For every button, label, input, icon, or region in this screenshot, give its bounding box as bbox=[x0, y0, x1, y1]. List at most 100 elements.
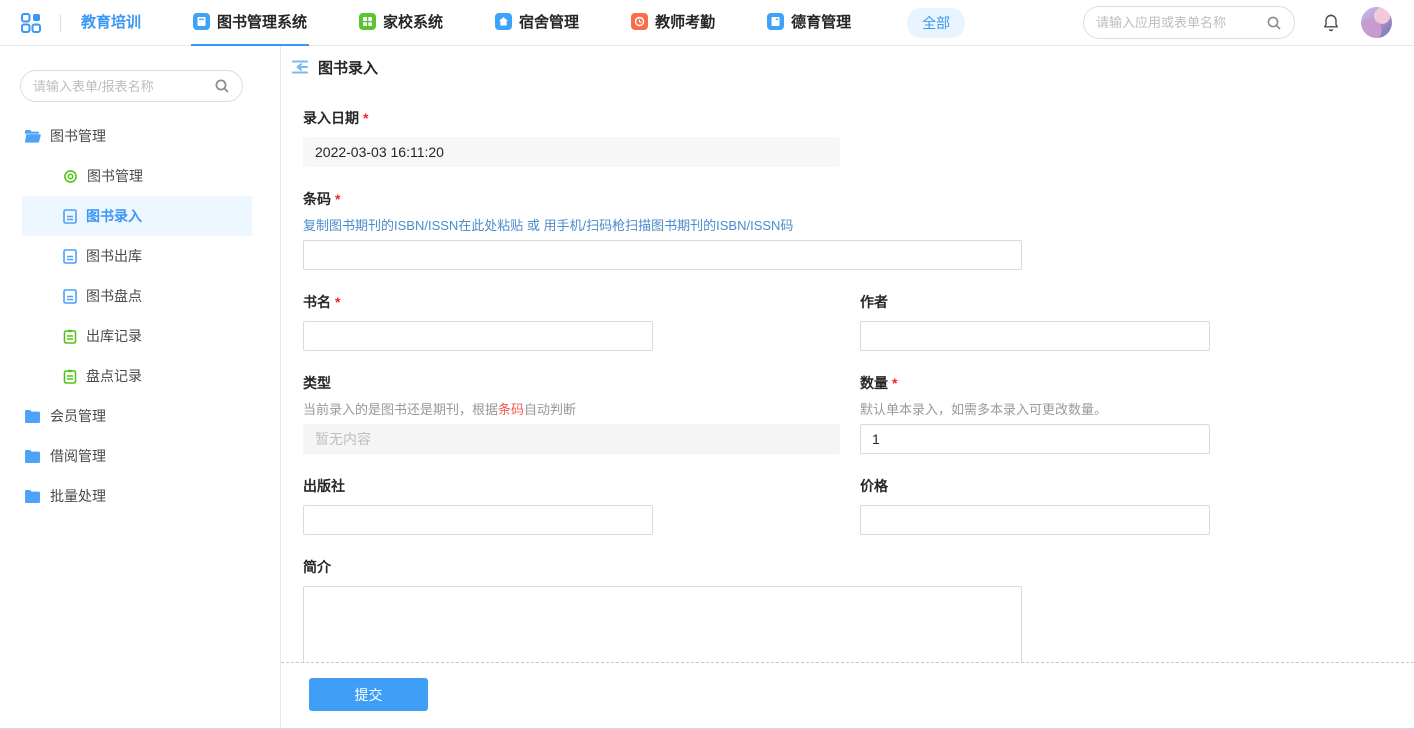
tab-book-management-system[interactable]: 图书管理系统 bbox=[191, 0, 309, 46]
field-label: 类型 bbox=[303, 373, 860, 393]
tree-label: 出库记录 bbox=[86, 326, 142, 346]
field-label: 出版社 bbox=[303, 476, 860, 496]
required-mark: * bbox=[363, 110, 368, 126]
topbar: 教育培训 图书管理系统 家校系统 宿舍管理 bbox=[0, 0, 1414, 46]
tree-label: 图书出库 bbox=[86, 246, 142, 266]
dormitory-app-icon bbox=[495, 13, 512, 30]
tree-folder-borrow-management[interactable]: 借阅管理 bbox=[22, 436, 252, 476]
all-apps-pill[interactable]: 全部 bbox=[907, 8, 965, 38]
folder-icon bbox=[24, 409, 41, 424]
tab-label: 德育管理 bbox=[791, 11, 851, 32]
author-input[interactable] bbox=[860, 321, 1210, 351]
tab-teacher-attendance[interactable]: 教师考勤 bbox=[629, 0, 717, 46]
tab-education-training[interactable]: 教育培训 bbox=[79, 0, 143, 46]
quantity-input[interactable] bbox=[860, 424, 1210, 454]
folder-icon bbox=[24, 489, 41, 504]
tab-home-school-system[interactable]: 家校系统 bbox=[357, 0, 445, 46]
tree-folder-batch-processing[interactable]: 批量处理 bbox=[22, 476, 252, 516]
book-management-app: 教育培训 图书管理系统 家校系统 宿舍管理 bbox=[0, 0, 1414, 729]
price-input[interactable] bbox=[860, 505, 1210, 535]
form-search[interactable] bbox=[20, 70, 243, 102]
app-tabs: 教育培训 图书管理系统 家校系统 宿舍管理 bbox=[79, 0, 901, 46]
tree-label: 图书录入 bbox=[86, 206, 142, 226]
tree-label: 批量处理 bbox=[50, 486, 106, 506]
barcode-hint-link[interactable]: 条码 bbox=[498, 402, 524, 417]
field-label: 录入日期* bbox=[303, 108, 1414, 128]
home-school-app-icon bbox=[359, 13, 376, 30]
required-mark: * bbox=[335, 294, 340, 310]
book-name-input[interactable] bbox=[303, 321, 653, 351]
clipboard-icon bbox=[63, 329, 77, 344]
record-target-icon bbox=[63, 169, 78, 184]
field-label: 简介 bbox=[303, 557, 1414, 577]
publisher-input[interactable] bbox=[303, 505, 653, 535]
field-label: 数量* bbox=[860, 373, 1210, 393]
document-icon bbox=[63, 209, 77, 224]
form-tree: 图书管理 图书管理 图书录入 bbox=[0, 116, 280, 516]
global-search[interactable] bbox=[1083, 6, 1295, 39]
book-entry-form: 录入日期* 条码* 复制图书期刊的ISBN/ISSN在此处粘贴 或 用手机/扫码… bbox=[281, 88, 1414, 662]
tree-item-inventory-records[interactable]: 盘点记录 bbox=[22, 356, 252, 396]
field-price: 价格 bbox=[860, 476, 1210, 535]
tab-label: 图书管理系统 bbox=[217, 11, 307, 32]
tree-item-book-management[interactable]: 图书管理 bbox=[22, 156, 252, 196]
tab-moral-education[interactable]: 德育管理 bbox=[765, 0, 853, 46]
submit-button[interactable]: 提交 bbox=[309, 678, 428, 711]
tree-folder-member-management[interactable]: 会员管理 bbox=[22, 396, 252, 436]
topbar-divider bbox=[60, 14, 61, 32]
tree-item-book-outbound[interactable]: 图书出库 bbox=[22, 236, 252, 276]
type-hint: 当前录入的是图书还是期刊，根据条码自动判断 bbox=[303, 399, 860, 418]
folder-icon bbox=[24, 449, 41, 464]
required-mark: * bbox=[892, 375, 897, 391]
document-icon bbox=[63, 289, 77, 304]
field-type: 类型 当前录入的是图书还是期刊，根据条码自动判断 bbox=[303, 373, 860, 454]
field-author: 作者 bbox=[860, 292, 1210, 351]
tree-label: 图书管理 bbox=[50, 126, 106, 146]
search-icon[interactable] bbox=[1266, 15, 1282, 31]
intro-textarea[interactable] bbox=[303, 586, 1022, 662]
tree-label: 借阅管理 bbox=[50, 446, 106, 466]
attendance-app-icon bbox=[631, 13, 648, 30]
tree-folder-book-management[interactable]: 图书管理 bbox=[22, 116, 252, 156]
row-publisher-price: 出版社 价格 bbox=[303, 476, 1414, 535]
global-search-input[interactable] bbox=[1096, 15, 1266, 30]
main-panel: 图书录入 录入日期* 条码* 复制图书期刊的ISBN/ISSN在此处粘贴 或 用… bbox=[281, 46, 1414, 728]
book-app-icon bbox=[193, 13, 210, 30]
field-book-name: 书名* bbox=[303, 292, 860, 351]
form-footer: 提交 bbox=[281, 662, 1414, 728]
search-icon[interactable] bbox=[214, 78, 230, 94]
field-entry-date: 录入日期* bbox=[303, 108, 1414, 167]
tab-label: 宿舍管理 bbox=[519, 11, 579, 32]
tab-dormitory-management[interactable]: 宿舍管理 bbox=[493, 0, 581, 46]
tab-label: 教师考勤 bbox=[655, 11, 715, 32]
barcode-input[interactable] bbox=[303, 240, 1022, 270]
field-barcode: 条码* 复制图书期刊的ISBN/ISSN在此处粘贴 或 用手机/扫码枪扫描图书期… bbox=[303, 189, 1414, 270]
apps-grid-icon[interactable] bbox=[20, 12, 42, 34]
entry-date-input[interactable] bbox=[303, 137, 840, 167]
collapse-sidebar-icon[interactable] bbox=[291, 59, 309, 75]
notification-bell-icon[interactable] bbox=[1321, 13, 1341, 33]
tab-label: 教育培训 bbox=[81, 11, 141, 32]
required-mark: * bbox=[335, 191, 340, 207]
main-header: 图书录入 bbox=[281, 46, 1414, 88]
folder-open-icon bbox=[24, 129, 41, 144]
quantity-hint: 默认单本录入，如需多本录入可更改数量。 bbox=[860, 399, 1210, 418]
field-label: 书名* bbox=[303, 292, 860, 312]
tree-label: 图书盘点 bbox=[86, 286, 142, 306]
tab-label: 家校系统 bbox=[383, 11, 443, 32]
field-label: 作者 bbox=[860, 292, 1210, 312]
moral-education-app-icon bbox=[767, 13, 784, 30]
user-avatar[interactable] bbox=[1361, 7, 1392, 38]
tree-item-outbound-records[interactable]: 出库记录 bbox=[22, 316, 252, 356]
document-icon bbox=[63, 249, 77, 264]
row-bookname-author: 书名* 作者 bbox=[303, 292, 1414, 351]
tree-item-book-inventory[interactable]: 图书盘点 bbox=[22, 276, 252, 316]
field-label: 价格 bbox=[860, 476, 1210, 496]
tree-label: 会员管理 bbox=[50, 406, 106, 426]
tree-label: 图书管理 bbox=[87, 166, 143, 186]
row-type-quantity: 类型 当前录入的是图书还是期刊，根据条码自动判断 数量* 默认单本录入，如需多本… bbox=[303, 373, 1414, 454]
page-title: 图书录入 bbox=[318, 57, 378, 78]
tree-item-book-entry[interactable]: 图书录入 bbox=[22, 196, 252, 236]
form-search-input[interactable] bbox=[33, 79, 214, 94]
tree-label: 盘点记录 bbox=[86, 366, 142, 386]
